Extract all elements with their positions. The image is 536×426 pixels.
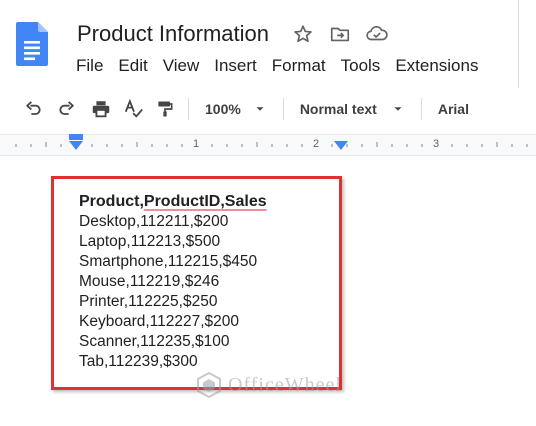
header-divider [518, 0, 519, 88]
zoom-select[interactable]: 100% [197, 95, 275, 123]
style-select[interactable]: Normal text [292, 95, 413, 123]
csv-line: Printer,112225,$250 [79, 293, 218, 310]
ruler-mark-2: 2 [313, 138, 320, 150]
style-value: Normal text [299, 101, 377, 117]
docs-header: Product Information File Edit View Inser… [0, 0, 536, 88]
toolbar-separator [282, 98, 284, 120]
toolbar: 100% Normal text Arial [0, 92, 536, 126]
ruler[interactable]: 1 2 3 [0, 134, 536, 156]
menu-extensions[interactable]: Extensions [395, 55, 478, 77]
font-value: Arial [437, 101, 469, 117]
menu-file[interactable]: File [76, 55, 103, 77]
zoom-value: 100% [205, 101, 241, 117]
font-select[interactable]: Arial [430, 95, 477, 123]
right-indent-marker[interactable] [333, 141, 349, 151]
title-row: Product Information [77, 20, 402, 48]
menu-bar: File Edit View Insert Format Tools Exten… [76, 55, 493, 77]
paint-format-icon[interactable] [150, 95, 180, 123]
print-icon[interactable] [84, 95, 118, 123]
csv-line: Mouse,112219,$246 [79, 273, 220, 290]
csv-line: Scanner,112235,$100 [79, 333, 230, 350]
header-part-product: Product, [79, 193, 144, 210]
cloud-status-icon[interactable] [365, 22, 389, 46]
watermark-logo-icon [197, 372, 221, 398]
document-title[interactable]: Product Information [77, 20, 269, 48]
chevron-down-icon [256, 107, 264, 111]
redo-icon[interactable] [50, 95, 84, 123]
toolbar-separator [420, 98, 422, 120]
toolbar-separator [188, 98, 189, 120]
csv-line: Desktop,112211,$200 [79, 213, 229, 230]
chevron-down-icon [394, 107, 402, 111]
watermark: OfficeWheel [196, 372, 342, 398]
move-to-folder-icon[interactable] [328, 22, 352, 46]
csv-line: Laptop,112213,$500 [79, 233, 221, 250]
watermark-text: OfficeWheel [228, 373, 342, 396]
csv-line: Smartphone,112215,$450 [79, 253, 258, 270]
first-line-indent-marker[interactable] [69, 134, 83, 140]
star-icon[interactable] [291, 22, 315, 46]
csv-line: Tab,112239,$300 [79, 353, 198, 370]
csv-line: Keyboard,112227,$200 [79, 313, 240, 330]
spellcheck-icon[interactable] [118, 95, 150, 123]
menu-tools[interactable]: Tools [341, 55, 381, 77]
header-part-sales: Sales [224, 193, 267, 210]
ruler-mark-3: 3 [433, 138, 440, 150]
csv-header-line: Product,ProductID,Sales [79, 192, 267, 212]
document-body[interactable]: Product,ProductID,Sales Desktop,112211,$… [79, 192, 267, 372]
menu-view[interactable]: View [163, 55, 200, 77]
menu-edit[interactable]: Edit [118, 55, 147, 77]
ruler-mark-1: 1 [193, 138, 200, 150]
misspelled-word[interactable]: ProductID [144, 193, 220, 210]
title-icons [291, 22, 402, 46]
menu-format[interactable]: Format [272, 55, 326, 77]
undo-icon[interactable] [16, 95, 50, 123]
menu-insert[interactable]: Insert [214, 55, 257, 77]
left-indent-marker[interactable] [68, 141, 84, 151]
google-docs-icon[interactable] [16, 22, 48, 66]
